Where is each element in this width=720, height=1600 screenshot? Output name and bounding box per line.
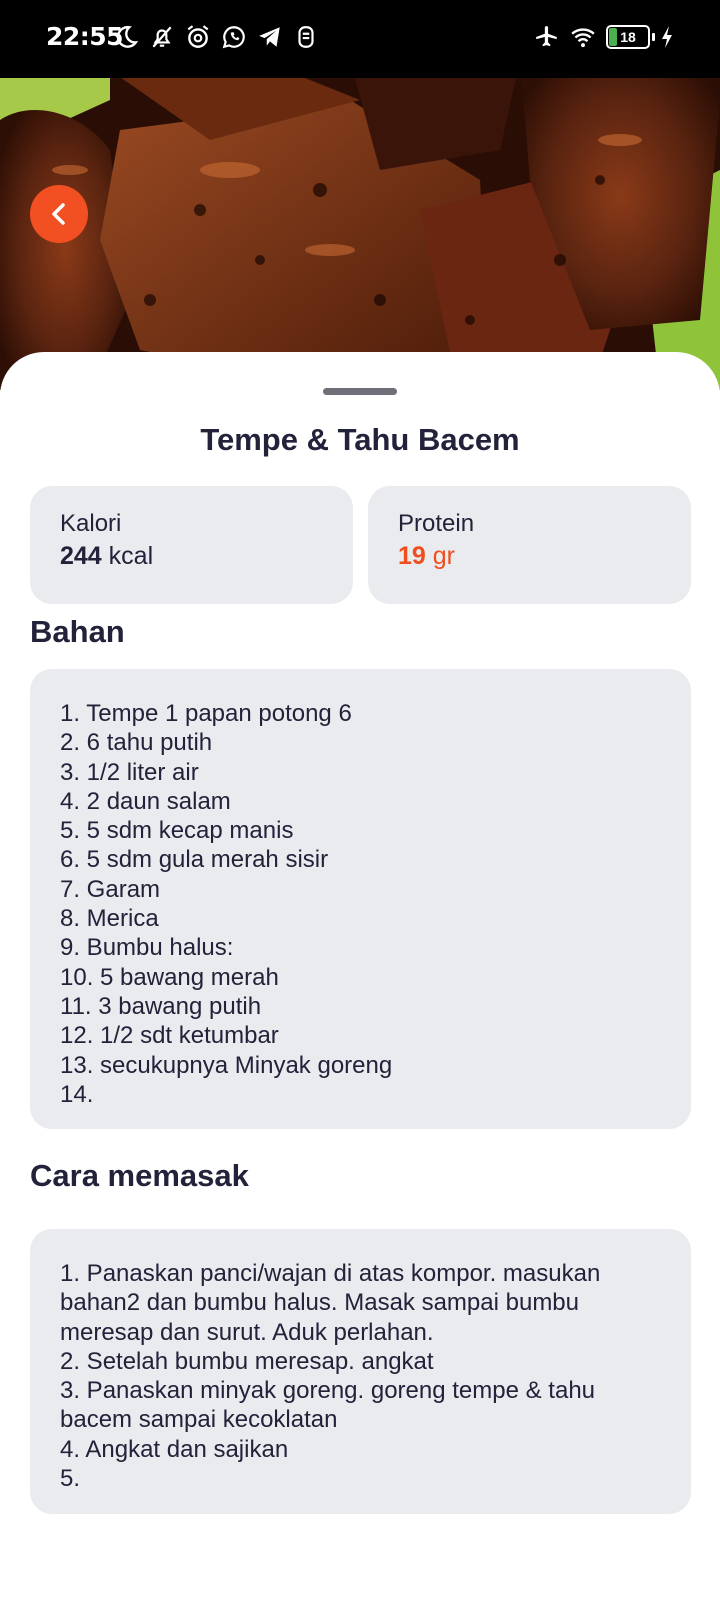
list-item: 9. Bumbu halus: xyxy=(60,934,234,962)
calorie-number: 244 xyxy=(60,542,102,570)
whatsapp-icon xyxy=(222,26,245,49)
recipe-detail-sheet[interactable]: Tempe & Tahu Bacem Kalori 244 kcal Prote… xyxy=(0,352,720,1600)
list-item: 1. Panaskan panci/wajan di atas kompor. … xyxy=(60,1260,601,1346)
charging-icon xyxy=(662,26,672,48)
battery-level: 18 xyxy=(620,29,636,45)
airplane-icon xyxy=(536,26,557,47)
alarm-icon xyxy=(187,25,209,48)
list-item: 4. 2 daun salam xyxy=(60,787,231,815)
protein-number: 19 xyxy=(398,542,426,570)
calorie-value: 244 kcal xyxy=(60,542,153,571)
app-icon xyxy=(298,26,314,48)
protein-label: Protein xyxy=(398,510,475,537)
list-item: 10. 5 bawang merah xyxy=(60,963,279,991)
telegram-icon xyxy=(259,27,280,47)
list-item: 11. 3 bawang putih xyxy=(60,992,262,1020)
recipe-title: Tempe & Tahu Bacem xyxy=(200,422,520,457)
list-item: 5. 5 sdm kecap manis xyxy=(60,817,294,845)
recipe-hero-image xyxy=(0,60,720,390)
drag-handle[interactable] xyxy=(323,388,397,395)
ingredients-heading: Bahan xyxy=(30,614,125,649)
ingredients-panel: 1. Tempe 1 papan potong 6 2. 6 tahu puti… xyxy=(30,669,691,1129)
list-item: 3. 1/2 liter air xyxy=(60,758,199,786)
moon-icon xyxy=(116,25,139,48)
list-item: 2. 6 tahu putih xyxy=(60,729,213,757)
list-item: 4. Angkat dan sajikan xyxy=(60,1435,289,1463)
cooking-steps-list: 1. Panaskan panci/wajan di atas kompor. … xyxy=(60,1259,661,1493)
chevron-left-icon xyxy=(52,203,65,225)
bell-off-icon xyxy=(152,26,172,48)
status-time: 22:55 xyxy=(46,22,124,51)
cooking-steps-panel: 1. Panaskan panci/wajan di atas kompor. … xyxy=(30,1229,691,1514)
list-item: 1. Tempe 1 papan potong 6 xyxy=(60,700,352,727)
list-item: 3. Panaskan minyak goreng. goreng tempe … xyxy=(60,1377,596,1434)
protein-value: 19 gr xyxy=(398,542,455,571)
back-button[interactable] xyxy=(30,185,88,243)
list-item: 12. 1/2 sdt ketumbar xyxy=(60,1022,279,1050)
list-item: 13. secukupnya Minyak goreng xyxy=(60,1051,393,1079)
status-bar: 22:55 18 xyxy=(0,0,720,78)
calorie-unit: kcal xyxy=(108,542,154,570)
list-item: 7. Garam xyxy=(60,875,161,903)
wifi-icon xyxy=(571,28,595,48)
list-item: 8. Merica xyxy=(60,905,159,933)
protein-unit: gr xyxy=(432,542,455,570)
food-photo xyxy=(0,60,720,390)
ingredients-list: 1. Tempe 1 papan potong 6 2. 6 tahu puti… xyxy=(60,699,661,1109)
cooking-steps-heading: Cara memasak xyxy=(30,1158,249,1193)
calorie-card: Kalori 244 kcal xyxy=(30,486,353,604)
status-notification-icons xyxy=(113,24,319,50)
list-item: 5. xyxy=(60,1465,81,1493)
protein-card: Protein 19 gr xyxy=(368,486,691,604)
list-item: 2. Setelah bumbu meresap. angkat xyxy=(60,1347,434,1375)
list-item: 14. xyxy=(60,1080,94,1108)
list-item: 6. 5 sdm gula merah sisir xyxy=(60,846,329,874)
battery-icon: 18 xyxy=(606,25,655,49)
calorie-label: Kalori xyxy=(60,510,122,537)
status-system-icons: 18 xyxy=(534,24,674,50)
